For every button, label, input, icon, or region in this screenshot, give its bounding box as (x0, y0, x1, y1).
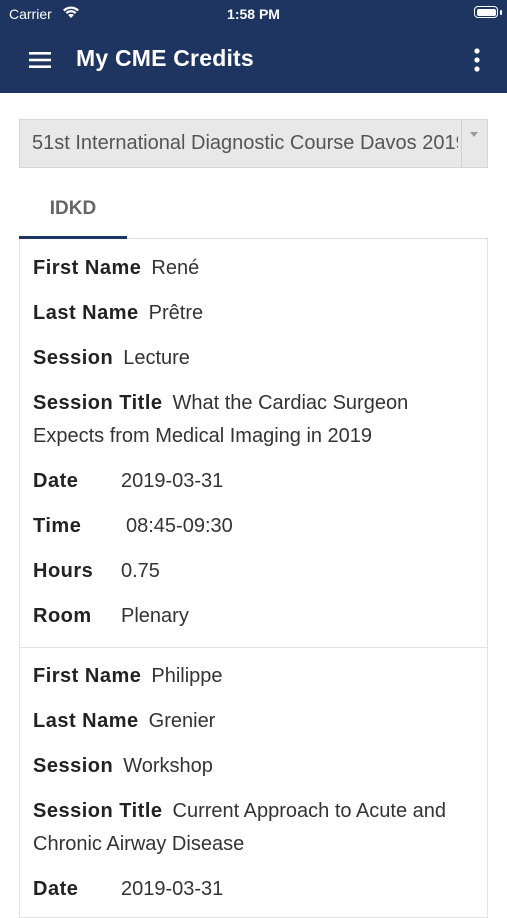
room-label: Room (33, 605, 92, 627)
room-row: Room Plenary (33, 600, 475, 633)
app-header: Carrier 1:58 PM My CME Credits (0, 0, 507, 93)
date-value: 2019-03-31 (121, 470, 224, 492)
first-name-value: René (151, 257, 200, 279)
last-name-row: Last Name Grenier (33, 705, 475, 738)
clock: 1:58 PM (227, 6, 280, 22)
room-value: Plenary (121, 605, 189, 627)
dropdown-toggle[interactable] (461, 120, 487, 167)
more-vertical-icon (474, 48, 480, 72)
chevron-down-icon (470, 132, 478, 137)
more-options-button[interactable] (465, 46, 489, 74)
time-value: 08:45-09:30 (126, 515, 233, 537)
session-title-row: Session Title What the Cardiac Surgeon Ex… (33, 387, 475, 453)
date-value: 2019-03-31 (121, 878, 224, 900)
course-select[interactable]: 51st International Diagnostic Course Dav… (19, 119, 488, 168)
hamburger-icon (29, 52, 51, 68)
status-bar: Carrier 1:58 PM (0, 0, 507, 28)
last-name-label: Last Name (33, 710, 139, 732)
date-label: Date (33, 878, 79, 900)
time-label: Time (33, 515, 82, 537)
hours-label: Hours (33, 560, 94, 582)
credit-record-card: First Name Philippe Last Name Grenier Sess… (19, 648, 488, 918)
first-name-row: First Name Philippe (33, 660, 475, 693)
first-name-value: Philippe (151, 665, 223, 687)
time-row: Time 08:45-09:30 (33, 510, 475, 543)
last-name-value: Prêtre (148, 302, 204, 324)
tab-idkd[interactable]: IDKD (19, 186, 127, 239)
last-name-value: Grenier (148, 710, 216, 732)
course-select-value: 51st International Diagnostic Course Dav… (32, 132, 458, 154)
session-value: Lecture (123, 347, 190, 369)
session-label: Session (33, 755, 114, 777)
session-label: Session (33, 347, 114, 369)
session-row: Session Workshop (33, 750, 475, 783)
page-title: My CME Credits (76, 45, 254, 71)
session-value: Workshop (123, 755, 213, 777)
session-title-row: Session Title Current Approach to Acute a… (33, 795, 475, 861)
hours-row: Hours 0.75 (33, 555, 475, 588)
credit-record-card: First Name René Last Name Prêtre Session Le… (19, 239, 488, 648)
first-name-label: First Name (33, 257, 142, 279)
tab-bar: IDKD (19, 186, 488, 239)
first-name-label: First Name (33, 665, 142, 687)
date-row: Date 2019-03-31 (33, 873, 475, 906)
last-name-label: Last Name (33, 302, 139, 324)
battery-tip (500, 10, 502, 15)
date-label: Date (33, 470, 79, 492)
menu-button[interactable] (26, 48, 56, 72)
session-title-label: Session Title (33, 800, 163, 822)
first-name-row: First Name René (33, 252, 475, 285)
session-title-label: Session Title (33, 392, 163, 414)
session-row: Session Lecture (33, 342, 475, 375)
date-row: Date 2019-03-31 (33, 465, 475, 498)
battery-icon (474, 6, 498, 18)
last-name-row: Last Name Prêtre (33, 297, 475, 330)
tab-idkd-label: IDKD (49, 198, 97, 219)
hours-value: 0.75 (121, 560, 160, 582)
